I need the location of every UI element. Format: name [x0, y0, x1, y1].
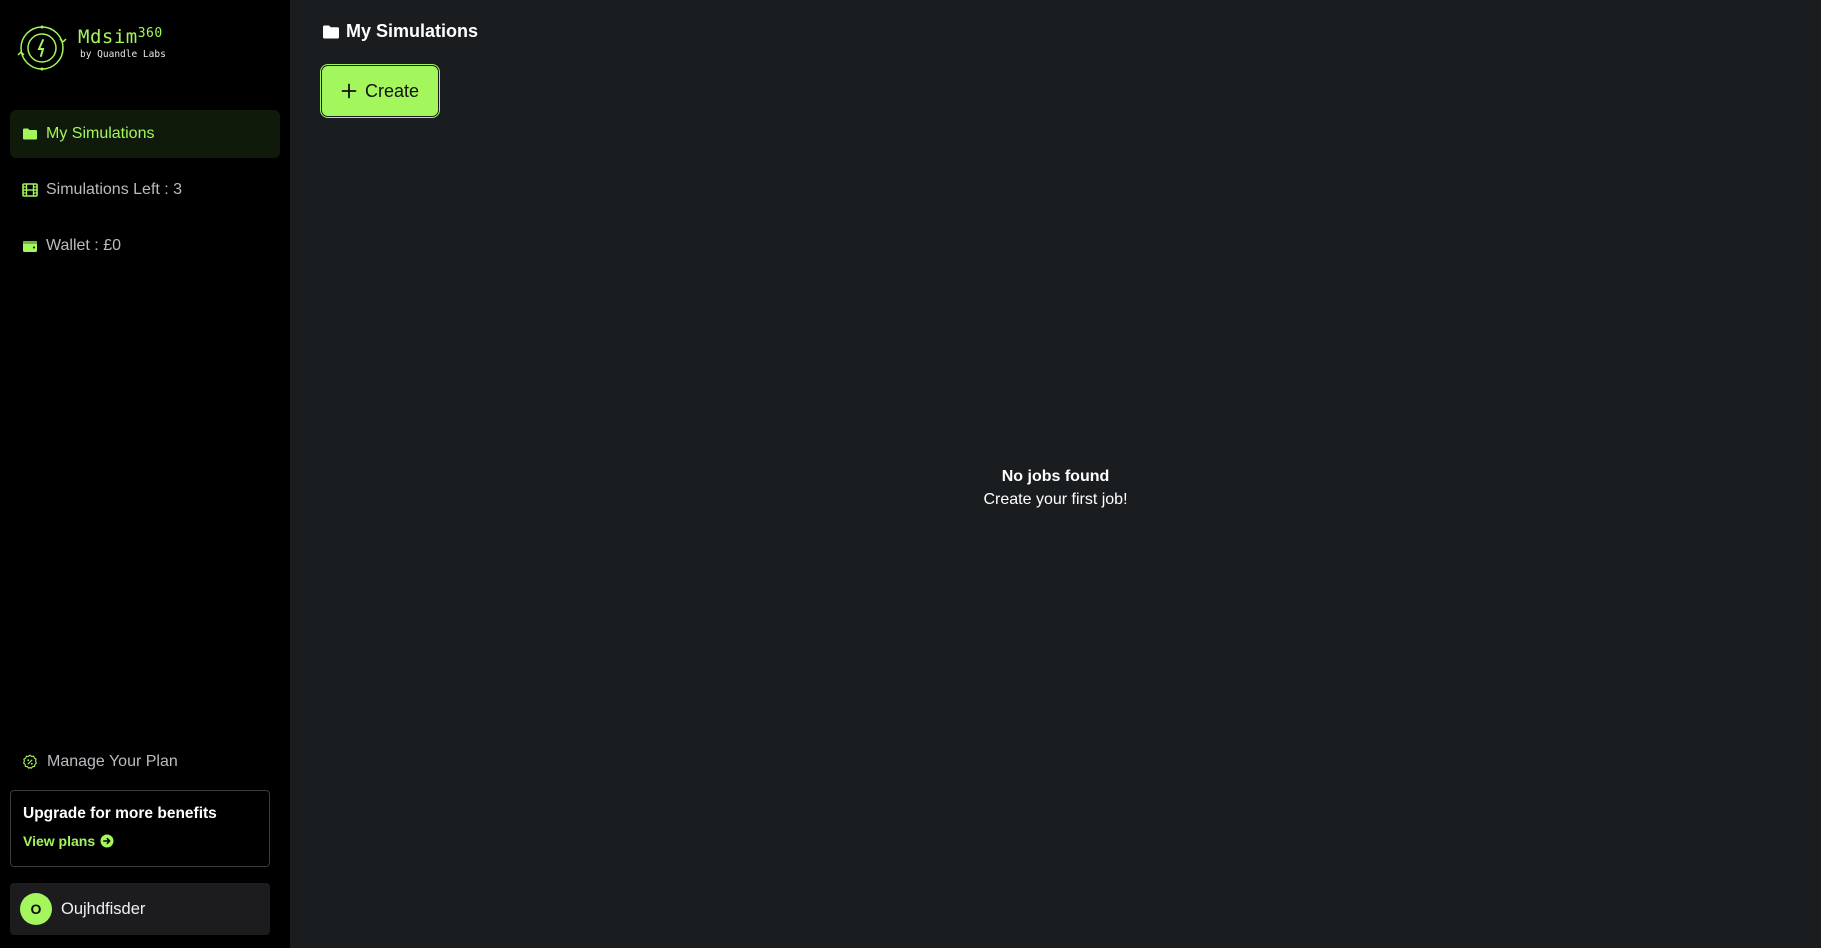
app-root: Mdsim360 by Quandle Labs My Simulations: [0, 0, 1821, 948]
view-plans-link[interactable]: View plans: [23, 833, 114, 849]
sidebar-item-wallet[interactable]: Wallet : £0: [10, 222, 280, 270]
sidebar-item-label: Simulations Left : 3: [46, 181, 183, 198]
logo-icon: [17, 25, 67, 71]
sidebar-footer: Manage Your Plan Upgrade for more benefi…: [10, 742, 270, 948]
empty-state: No jobs found Create your first job!: [290, 466, 1821, 512]
film-icon: [22, 182, 38, 198]
plus-icon: [341, 83, 357, 99]
folder-icon: [22, 126, 38, 142]
sidebar-item-label: Wallet : £0: [46, 237, 121, 254]
sidebar-item-label: My Simulations: [46, 125, 155, 142]
empty-state-subtitle: Create your first job!: [983, 491, 1128, 508]
sidebar: Mdsim360 by Quandle Labs My Simulations: [0, 0, 290, 948]
page-title-text: My Simulations: [346, 21, 479, 41]
sidebar-item-simulations-left[interactable]: Simulations Left : 3: [10, 166, 280, 214]
manage-plan-label: Manage Your Plan: [47, 753, 178, 770]
create-button[interactable]: Create: [322, 66, 438, 116]
page-title: My Simulations: [322, 21, 478, 42]
main-content: My Simulations Create No jobs found Crea…: [290, 0, 1821, 948]
sidebar-item-my-simulations[interactable]: My Simulations: [10, 110, 280, 158]
folder-icon: [323, 25, 339, 38]
brand-byline: by Quandle Labs: [80, 49, 166, 60]
badge-percent-icon: [22, 754, 38, 770]
empty-state-title: No jobs found: [1001, 468, 1110, 485]
create-button-label: Create: [364, 80, 420, 101]
manage-plan-link[interactable]: Manage Your Plan: [10, 742, 270, 782]
user-name: Oujhdfisder: [61, 899, 146, 918]
avatar: O: [20, 893, 52, 925]
sidebar-nav: My Simulations Simulations Left : 3 Wall…: [0, 110, 290, 278]
brand-logo[interactable]: Mdsim360 by Quandle Labs: [0, 0, 290, 110]
upgrade-card: Upgrade for more benefits View plans: [10, 790, 270, 867]
view-plans-label: View plans: [23, 833, 96, 849]
user-profile[interactable]: O Oujhdfisder: [10, 883, 270, 935]
brand-superscript: 360: [137, 26, 163, 41]
brand-text: Mdsim360 by Quandle Labs: [78, 26, 166, 62]
wallet-icon: [22, 238, 38, 254]
brand-name: Mdsim360: [78, 26, 163, 48]
arrow-circle-right-icon: [100, 834, 114, 848]
upgrade-title: Upgrade for more benefits: [23, 805, 217, 822]
